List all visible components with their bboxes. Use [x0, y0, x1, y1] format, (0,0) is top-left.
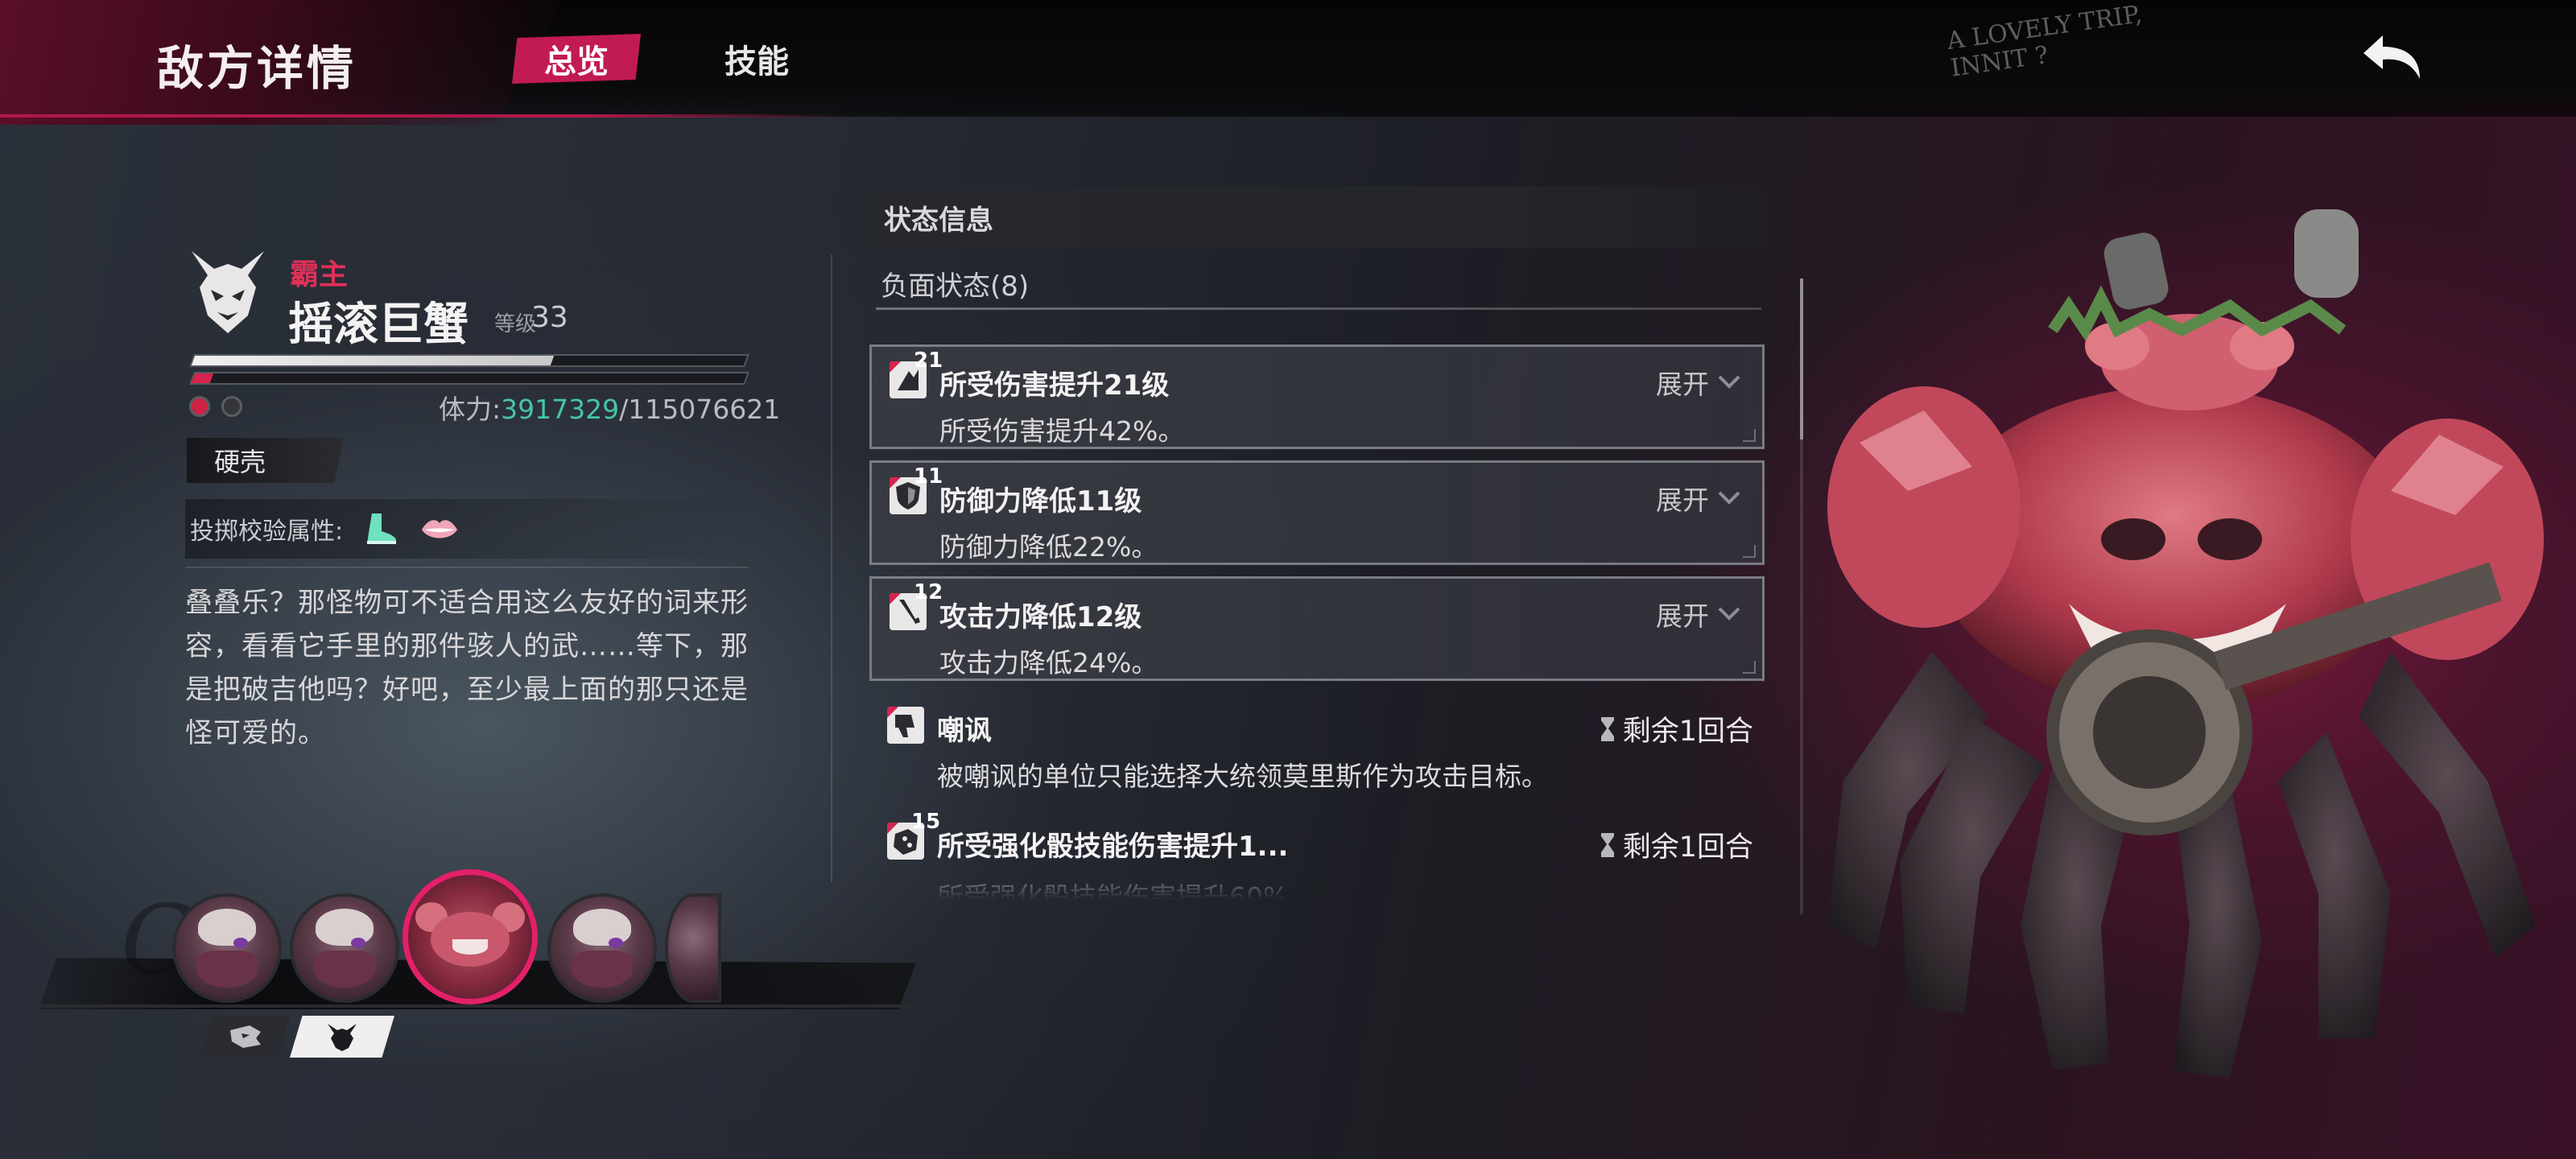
hp-bar: [189, 372, 749, 385]
shield-bar: [189, 354, 749, 367]
portrait-bar-line: [39, 1004, 916, 1008]
status-section-header: 状态信息: [868, 187, 1771, 248]
enemy-name: 摇滚巨蟹: [288, 299, 469, 351]
chevron-down-icon: [1718, 375, 1740, 389]
top-bar-line: [0, 114, 845, 118]
portrait-rock-crab[interactable]: [402, 869, 538, 1004]
expand-label: 展开: [1656, 369, 1709, 400]
chevron-down-icon: [1718, 607, 1740, 621]
effect-level: 12: [914, 580, 943, 604]
middle-divider: [831, 254, 832, 882]
effect-level: 11: [914, 464, 943, 489]
negative-status-header: 负面状态(8): [881, 270, 1030, 303]
portrait-eye: [350, 938, 365, 948]
portrait-minion-2[interactable]: [290, 893, 399, 1003]
remaining-turns: 剩余1回合: [1599, 824, 1753, 865]
level-value: 33: [531, 301, 568, 334]
tab-overview[interactable]: 总览: [512, 34, 641, 84]
back-button[interactable]: [2359, 29, 2431, 85]
hourglass-icon: [1600, 832, 1614, 857]
hp-current: 3917329: [501, 394, 620, 425]
phase-dot-active: [189, 396, 210, 417]
back-arrow-icon: [2363, 35, 2420, 79]
hourglass-icon: [1600, 716, 1614, 741]
effect-description: 被嘲讽的单位只能选择大统领莫里斯作为攻击目标。: [937, 761, 1548, 792]
rock-crab-illustration: [1827, 209, 2544, 1079]
portrait-minion-3[interactable]: [547, 893, 657, 1003]
status-scrollbar-thumb[interactable]: [1800, 278, 1803, 439]
portrait-jaw: [196, 950, 258, 988]
expand-label: 展开: [1656, 600, 1709, 632]
status-effect-defense-down[interactable]: 11 防御力降低11级 防御力降低22%。 展开: [869, 460, 1765, 565]
thumbs-down-icon: [887, 707, 924, 744]
effect-title: 所受强化骰技能伤害提升1...: [937, 831, 1289, 863]
effect-description: 所受伤害提升42%。: [939, 415, 1185, 447]
page-title: 敌方详情: [157, 41, 357, 96]
boot-icon[interactable]: [357, 509, 402, 549]
mode-boss-button[interactable]: [290, 1016, 394, 1058]
lips-icon[interactable]: [417, 509, 462, 549]
expand-button[interactable]: 展开: [1656, 363, 1741, 402]
enemy-description: 叠叠乐？那怪物可不适合用这么友好的词来形容，看看它手里的那件骇人的武……等下，那…: [185, 587, 749, 749]
remaining-turns-label: 剩余1回合: [1622, 831, 1753, 864]
status-effect-taunt[interactable]: 嘲讽 被嘲讽的单位只能选择大统领莫里斯作为攻击目标。 剩余1回合: [869, 692, 1765, 797]
throw-check-row: 投掷校验属性:: [185, 499, 749, 559]
effect-level: 15: [911, 810, 941, 834]
effect-level: 21: [914, 349, 943, 373]
left-divider: [185, 567, 749, 568]
overlord-mini-icon: [328, 1024, 357, 1051]
expand-label: 展开: [1656, 485, 1709, 516]
status-effect-damage-up[interactable]: 21 所受伤害提升21级 所受伤害提升42%。 展开: [869, 344, 1765, 449]
portrait-minion-1[interactable]: [172, 893, 282, 1003]
effect-title: 所受伤害提升21级: [939, 369, 1170, 402]
effect-title: 防御力降低11级: [939, 485, 1142, 518]
portrait-jaw: [313, 950, 376, 988]
portrait-eye: [233, 938, 248, 948]
crab-mouth: [452, 939, 488, 955]
remaining-turns-label: 剩余1回合: [1622, 716, 1753, 748]
effect-description: 所受强化骰技能伤害提升60%: [937, 876, 1288, 900]
hp-readout: 体力:3917329/115076621: [439, 388, 780, 427]
card-corner-mark: [1743, 545, 1756, 558]
enemy-rank: 霸主: [290, 258, 349, 291]
status-effect-attack-down[interactable]: 12 攻击力降低12级 攻击力降低24%。 展开: [869, 576, 1765, 681]
effect-description: 防御力降低22%。: [939, 531, 1158, 563]
effect-description: 攻击力降低24%。: [939, 647, 1158, 678]
hp-bar-fill: [191, 373, 214, 383]
card-corner-mark: [1743, 661, 1756, 674]
effect-title: 攻击力降低12级: [939, 601, 1142, 633]
mode-minion-button[interactable]: [201, 1016, 290, 1058]
card-corner-mark: [1743, 429, 1756, 442]
portrait-partial[interactable]: [665, 893, 721, 1003]
status-effect-dice-damage-up[interactable]: 15 所受强化骰技能伤害提升1... 所受强化骰技能伤害提升60% 剩余1回合: [869, 808, 1765, 913]
chevron-down-icon: [1718, 491, 1740, 505]
mode-switch: [201, 1016, 394, 1058]
trait-tag[interactable]: 硬壳: [187, 438, 344, 483]
expand-button[interactable]: 展开: [1656, 595, 1741, 633]
hp-label: 体力:: [439, 394, 502, 425]
expand-button[interactable]: 展开: [1656, 479, 1741, 518]
negative-status-underline: [876, 307, 1761, 310]
overlord-rank-icon: [192, 251, 264, 333]
remaining-turns: 剩余1回合: [1599, 708, 1753, 749]
throw-check-label: 投掷校验属性:: [190, 518, 344, 546]
tab-skills[interactable]: 技能: [700, 34, 813, 84]
shield-bar-fill: [191, 356, 555, 365]
portrait-jaw: [571, 950, 634, 988]
hp-separator: /: [619, 394, 629, 425]
hp-max: 115076621: [628, 394, 781, 425]
effect-title: 嘲讽: [937, 715, 992, 747]
beast-head-icon: [230, 1025, 261, 1048]
portrait-eye: [608, 938, 623, 948]
level-label: 等级: [494, 312, 537, 336]
phase-dot-inactive: [221, 396, 242, 417]
